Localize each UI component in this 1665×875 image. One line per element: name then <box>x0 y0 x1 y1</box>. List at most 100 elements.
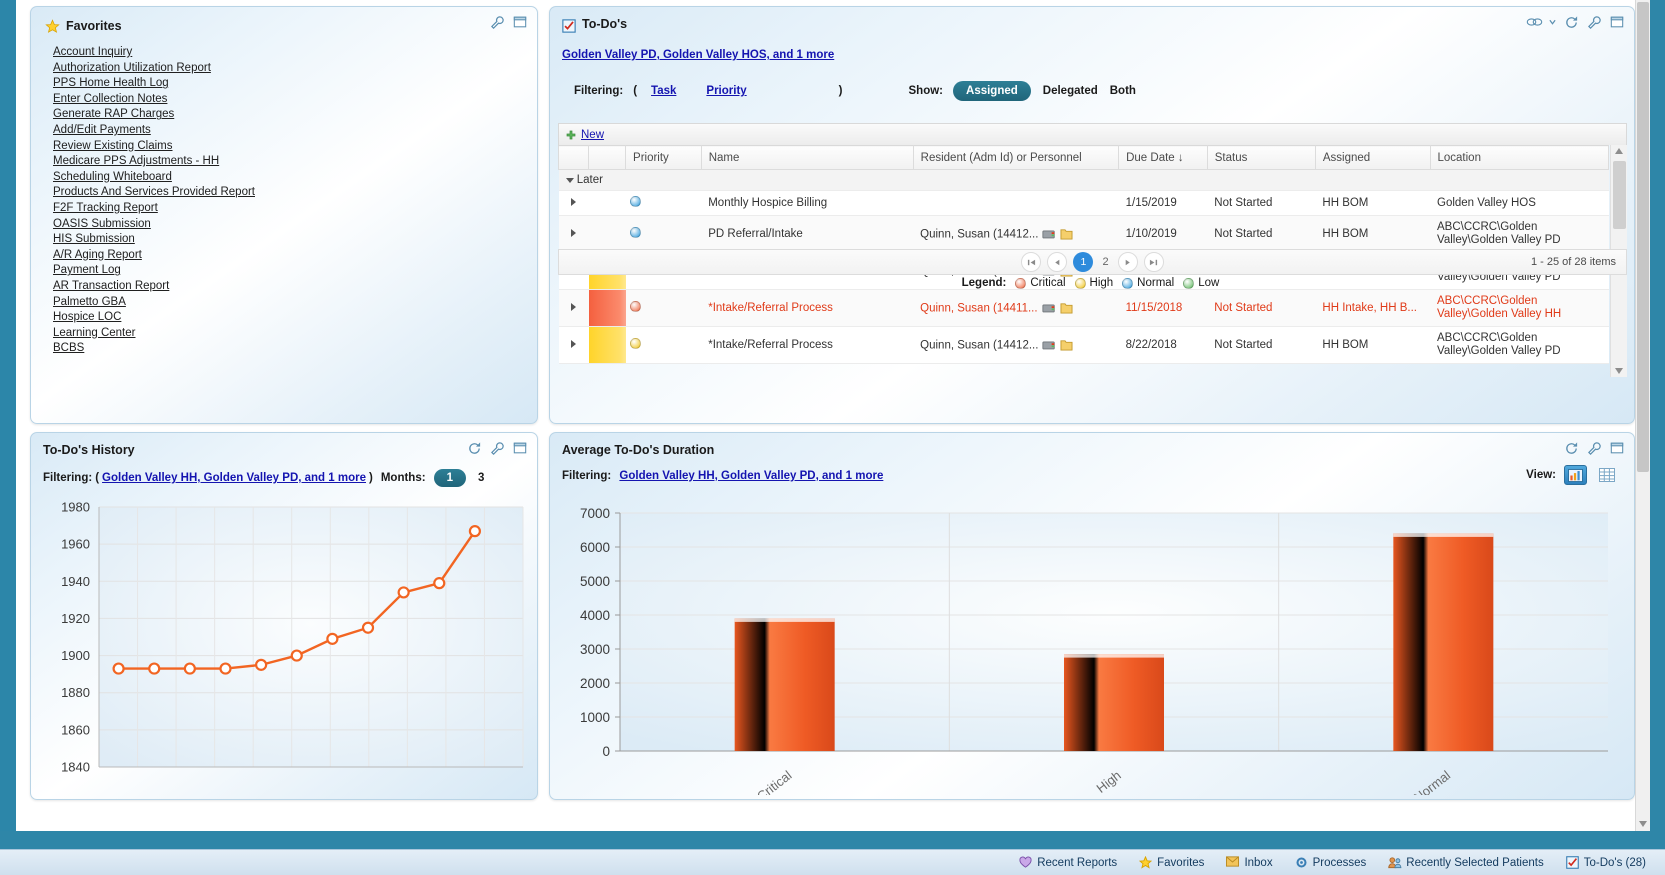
column-header[interactable]: Status <box>1206 145 1316 170</box>
row-expander-cell[interactable] <box>558 190 589 216</box>
expand-caret-icon[interactable] <box>571 303 577 311</box>
minimize-icon[interactable] <box>513 441 528 456</box>
refresh-icon[interactable] <box>1564 15 1579 30</box>
new-todo-link[interactable]: New <box>581 129 604 141</box>
table-row[interactable]: *Intake/Referral ProcessQuinn, Susan (14… <box>558 326 1609 364</box>
show-assigned-button[interactable]: Assigned <box>953 81 1031 101</box>
expand-caret-icon[interactable] <box>571 340 577 348</box>
resident-chart-icon[interactable] <box>1042 228 1056 241</box>
taskbar-item-processes[interactable]: Processes <box>1284 850 1378 875</box>
folder-icon[interactable] <box>1060 228 1074 241</box>
wrench-icon[interactable] <box>490 441 505 456</box>
bar-chart-svg: 0 1000 2000 3000 4000 5000 6000 7000 Critical Hig… <box>580 506 1608 805</box>
refresh-icon[interactable] <box>467 441 482 456</box>
resident-chart-icon[interactable] <box>1042 339 1056 352</box>
svg-text:0: 0 <box>602 744 610 759</box>
folder-icon[interactable] <box>1060 339 1074 352</box>
pager-page-1[interactable]: 1 <box>1073 252 1094 272</box>
page-scroll-thumb[interactable] <box>1637 2 1649 472</box>
show-both-button[interactable]: Both <box>1110 85 1136 97</box>
history-filter-link[interactable]: Golden Valley HH, Golden Valley PD, and … <box>102 472 366 484</box>
favorite-link[interactable]: Generate RAP Charges <box>53 107 255 123</box>
favorite-link[interactable]: HIS Submission <box>53 232 255 248</box>
chart-view-icon[interactable] <box>1564 465 1587 485</box>
name-cell[interactable]: *Intake/Referral Process <box>701 326 914 364</box>
favorite-link[interactable]: PPS Home Health Log <box>53 76 255 92</box>
table-row[interactable]: PD Referral/Intake Quinn, Susan (14412...… <box>558 215 1609 253</box>
name-cell[interactable]: PD Referral/Intake <box>701 215 914 253</box>
row-expander-cell[interactable] <box>558 215 589 253</box>
favorite-link[interactable]: AR Transaction Report <box>53 279 255 295</box>
favorite-link[interactable]: F2F Tracking Report <box>53 201 255 217</box>
refresh-icon[interactable] <box>1564 441 1579 456</box>
wrench-icon[interactable] <box>1587 441 1602 456</box>
favorite-link[interactable]: Palmetto GBA <box>53 295 255 311</box>
favorite-link[interactable]: Scheduling Whiteboard <box>53 170 255 186</box>
minimize-icon[interactable] <box>1610 15 1625 30</box>
column-header[interactable]: Resident (Adm Id) or Personnel <box>912 145 1120 170</box>
column-header[interactable] <box>557 145 590 170</box>
link-icon[interactable] <box>1526 15 1543 30</box>
row-expander-cell[interactable] <box>558 289 589 327</box>
todos-facility-filter-link[interactable]: Golden Valley PD, Golden Valley HOS, and… <box>562 49 834 61</box>
favorite-link[interactable]: Learning Center <box>53 326 255 342</box>
filter-task-link[interactable]: Task <box>651 85 676 97</box>
page-scrollbar[interactable] <box>1635 0 1650 831</box>
pager-first-button[interactable] <box>1021 252 1042 272</box>
name-cell[interactable]: Monthly Hospice Billing <box>701 190 914 216</box>
row-expander-cell[interactable] <box>558 326 589 364</box>
chevron-down-icon[interactable] <box>1549 15 1556 30</box>
taskbar-item-to-do-s-28[interactable]: To-Do's (28) <box>1555 850 1657 875</box>
column-header[interactable]: Location <box>1429 145 1609 170</box>
months-3-button[interactable]: 3 <box>478 472 484 484</box>
favorite-link[interactable]: Hospice LOC <box>53 310 255 326</box>
pager-last-button[interactable] <box>1143 252 1164 272</box>
taskbar-item-inbox[interactable]: Inbox <box>1215 850 1283 875</box>
favorite-link[interactable]: Account Inquiry <box>53 45 255 61</box>
favorite-link[interactable]: Review Existing Claims <box>53 139 255 155</box>
column-header[interactable]: Due Date ↓ <box>1118 145 1208 170</box>
favorite-link[interactable]: Medicare PPS Adjustments - HH <box>53 154 255 170</box>
favorite-link[interactable]: A/R Aging Report <box>53 248 255 264</box>
pager-prev-button[interactable] <box>1047 252 1068 272</box>
avg-filter-link[interactable]: Golden Valley HH, Golden Valley PD, and … <box>619 470 883 482</box>
minimize-icon[interactable] <box>1610 441 1625 456</box>
favorite-link[interactable]: OASIS Submission <box>53 217 255 233</box>
resident-chart-icon[interactable] <box>1042 302 1056 315</box>
favorite-link[interactable]: BCBS <box>53 341 255 357</box>
filter-priority-link[interactable]: Priority <box>706 85 746 97</box>
column-header[interactable]: Assigned <box>1314 145 1431 170</box>
expand-caret-icon[interactable] <box>571 198 577 206</box>
scroll-up-arrow[interactable] <box>1615 148 1623 154</box>
column-header[interactable] <box>588 145 627 170</box>
pager-next-button[interactable] <box>1117 252 1138 272</box>
favorite-link[interactable]: Payment Log <box>53 263 255 279</box>
taskbar-item-recently-selected-patients[interactable]: Recently Selected Patients <box>1377 850 1554 875</box>
table-row[interactable]: *Intake/Referral ProcessQuinn, Susan (14… <box>558 289 1609 327</box>
folder-icon[interactable] <box>1060 302 1074 315</box>
table-row[interactable]: Monthly Hospice Billing 1/15/2019 Not Star… <box>558 190 1609 216</box>
favorite-link[interactable]: Add/Edit Payments <box>53 123 255 139</box>
favorite-link[interactable]: Authorization Utilization Report <box>53 61 255 77</box>
group-row[interactable]: Later <box>558 169 1609 191</box>
taskbar-item-recent-reports[interactable]: Recent Reports <box>1008 850 1128 875</box>
minimize-icon[interactable] <box>513 15 528 30</box>
page-scroll-down-arrow[interactable] <box>1639 821 1647 827</box>
column-header[interactable]: Priority <box>625 145 702 170</box>
collapse-caret-icon[interactable] <box>565 178 574 183</box>
pager-page-2[interactable]: 2 <box>1102 256 1108 268</box>
favorite-link[interactable]: Enter Collection Notes <box>53 92 255 108</box>
taskbar-item-favorites[interactable]: Favorites <box>1128 850 1215 875</box>
legend-text: Low <box>1198 277 1220 289</box>
show-delegated-button[interactable]: Delegated <box>1043 85 1098 97</box>
wrench-icon[interactable] <box>1587 15 1602 30</box>
column-header[interactable]: Name <box>700 145 914 170</box>
grid-scroll-thumb[interactable] <box>1613 161 1626 229</box>
grid-view-icon[interactable] <box>1595 465 1618 485</box>
expand-caret-icon[interactable] <box>571 229 577 237</box>
favorite-link[interactable]: Products And Services Provided Report <box>53 185 255 201</box>
wrench-icon[interactable] <box>490 15 505 30</box>
scroll-down-arrow[interactable] <box>1615 368 1623 374</box>
months-1-button[interactable]: 1 <box>433 469 466 487</box>
name-cell[interactable]: *Intake/Referral Process <box>701 289 914 327</box>
